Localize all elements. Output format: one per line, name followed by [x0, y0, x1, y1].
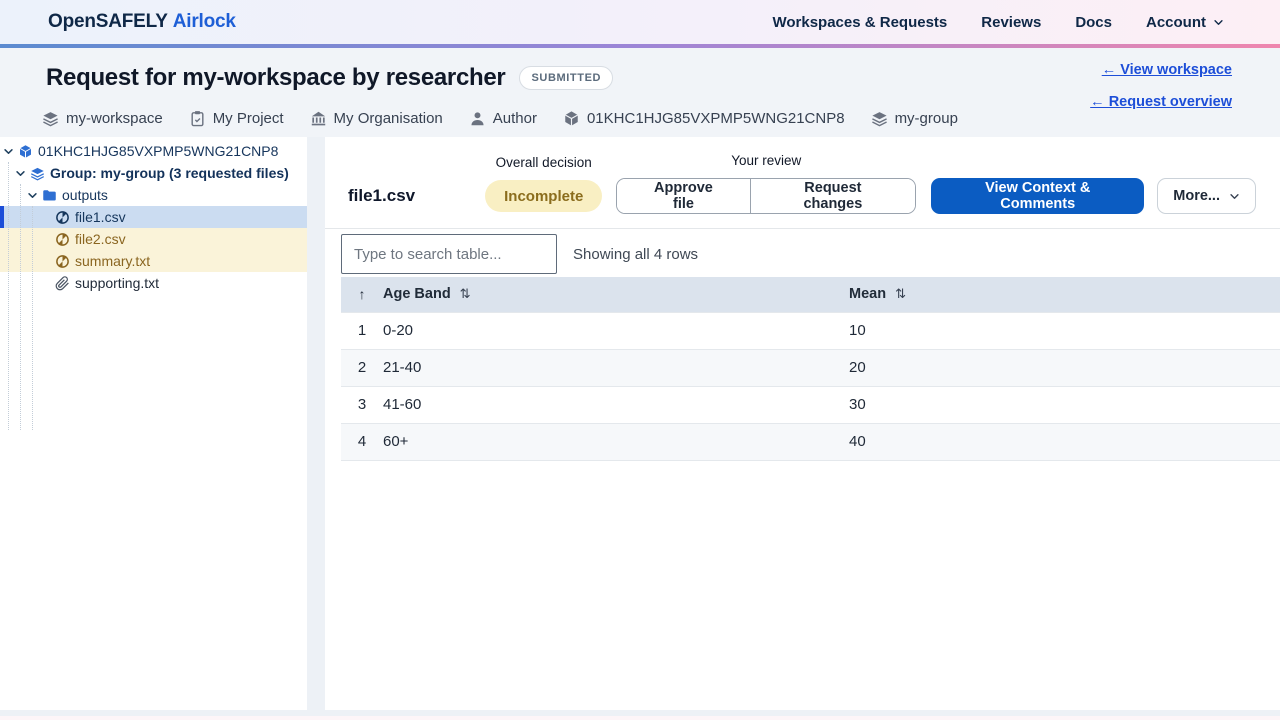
- folder-icon: [43, 189, 56, 200]
- sort-icon: ⇅: [459, 286, 471, 302]
- tree-item-request-id[interactable]: 01KHC1HJG85VXPMP5WNG21CNP8: [0, 140, 307, 162]
- meta-project: My Project: [189, 110, 284, 127]
- tree-item-supporting[interactable]: supporting.txt: [0, 272, 307, 294]
- cell-mean: 40: [849, 423, 1280, 461]
- search-input[interactable]: [341, 234, 557, 274]
- tree-item-file1[interactable]: file1.csv: [0, 206, 307, 228]
- meta-organisation: My Organisation: [310, 110, 443, 127]
- nav-docs[interactable]: Docs: [1075, 14, 1112, 31]
- tree-guide-line: [20, 184, 21, 430]
- cube-icon: [564, 111, 578, 126]
- meta-workspace: my-workspace: [42, 110, 163, 127]
- chevron-down-icon: [16, 170, 25, 176]
- csv-file-icon: [56, 254, 69, 268]
- sort-up-icon: ↑: [358, 285, 366, 302]
- more-menu-button[interactable]: More...: [1157, 178, 1256, 214]
- cell-mean: 30: [849, 386, 1280, 424]
- file-title: file1.csv: [348, 186, 416, 205]
- request-meta-row: my-workspace My Project My Organisation …: [42, 110, 958, 127]
- view-context-comments-button[interactable]: View Context & Comments: [931, 178, 1145, 214]
- table-row: 1 0-20 10: [341, 311, 1280, 350]
- tree-guide-line: [8, 162, 9, 430]
- table-header-row: ↑ Age Band ⇅ Mean ⇅: [341, 277, 1280, 312]
- brand-airlock: Airlock: [172, 11, 236, 32]
- tree-item-summary[interactable]: summary.txt: [0, 250, 307, 272]
- view-workspace-link[interactable]: ← View workspace: [1102, 62, 1232, 78]
- chevron-down-icon: [1230, 193, 1239, 199]
- nav-workspaces-requests[interactable]: Workspaces & Requests: [772, 14, 947, 31]
- tree-guide-line: [32, 206, 33, 430]
- table-search-row: Showing all 4 rows: [325, 229, 1280, 277]
- layers-icon: [30, 167, 45, 180]
- layers-icon: [43, 112, 58, 127]
- page-title: Request for my-workspace by researcher: [46, 64, 506, 91]
- footer-accent-strip: [0, 716, 1280, 720]
- nav-items: Workspaces & Requests Reviews Docs Accou…: [772, 14, 1224, 31]
- meta-author: Author: [469, 110, 537, 127]
- more-label: More...: [1173, 188, 1220, 204]
- your-review-label: Your review: [731, 153, 802, 168]
- layers-icon: [871, 112, 887, 127]
- status-badge: SUBMITTED: [519, 66, 614, 90]
- decision-badge: Incomplete: [485, 180, 603, 212]
- top-nav: OpenSAFELY Airlock Workspaces & Requests …: [0, 0, 1280, 44]
- nav-account-label: Account: [1146, 13, 1206, 31]
- request-overview-link[interactable]: ← Request overview: [1090, 94, 1232, 110]
- cell-age-band: 0-20: [383, 311, 849, 350]
- review-button-group: Approve file Request changes: [616, 178, 917, 214]
- csv-file-icon: [56, 232, 69, 246]
- row-number: 4: [341, 423, 383, 461]
- row-number: 3: [341, 386, 383, 424]
- csv-data-table: ↑ Age Band ⇅ Mean ⇅ 1 0-20 10 2 21-40 20 3…: [341, 277, 1280, 461]
- chevron-down-icon: [1214, 19, 1223, 25]
- row-number-header[interactable]: ↑: [341, 277, 383, 312]
- cube-icon: [19, 144, 32, 158]
- cell-age-band: 21-40: [383, 349, 849, 387]
- file-toolbar: file1.csv Overall decision Incomplete Yo…: [325, 137, 1280, 229]
- paperclip-icon: [55, 275, 69, 290]
- clipboard-icon: [191, 111, 204, 127]
- cell-mean: 20: [849, 349, 1280, 387]
- tree-item-file2[interactable]: file2.csv: [0, 228, 307, 250]
- nav-account-menu[interactable]: Account: [1146, 14, 1224, 31]
- row-number: 1: [341, 311, 383, 350]
- column-header-age-band[interactable]: Age Band ⇅: [383, 277, 849, 312]
- nav-reviews[interactable]: Reviews: [981, 14, 1041, 31]
- cell-mean: 10: [849, 311, 1280, 350]
- request-changes-button[interactable]: Request changes: [749, 179, 916, 213]
- overall-decision-group: Overall decision Incomplete: [485, 155, 603, 214]
- file-tree-sidebar: 01KHC1HJG85VXPMP5WNG21CNP8 Group: my-gro…: [0, 137, 307, 710]
- approve-file-button[interactable]: Approve file: [617, 179, 750, 213]
- page-header: Request for my-workspace by researcher S…: [0, 48, 1280, 137]
- building-icon: [311, 111, 325, 126]
- tree-item-group[interactable]: Group: my-group (3 requested files): [0, 162, 307, 184]
- table-row: 3 41-60 30: [341, 386, 1280, 424]
- table-row: 2 21-40 20: [341, 349, 1280, 387]
- your-review-group: Your review Approve file Request changes: [616, 153, 917, 214]
- meta-group: my-group: [871, 110, 958, 127]
- table-row: 4 60+ 40: [341, 423, 1280, 461]
- overall-decision-label: Overall decision: [495, 155, 592, 170]
- tree-item-outputs-folder[interactable]: outputs: [0, 184, 307, 206]
- sort-icon: ⇅: [895, 286, 906, 302]
- chevron-down-icon: [4, 148, 13, 154]
- brand-logo[interactable]: OpenSAFELY Airlock: [48, 11, 236, 33]
- cell-age-band: 60+: [383, 423, 849, 461]
- cell-age-band: 41-60: [383, 386, 849, 424]
- rows-status-text: Showing all 4 rows: [573, 245, 699, 263]
- row-number: 2: [341, 349, 383, 387]
- chevron-down-icon: [28, 192, 37, 198]
- user-icon: [471, 112, 484, 126]
- brand-opensafely: OpenSAFELY: [48, 11, 168, 32]
- meta-request-id: 01KHC1HJG85VXPMP5WNG21CNP8: [563, 110, 845, 127]
- file-review-panel: file1.csv Overall decision Incomplete Yo…: [325, 137, 1280, 710]
- csv-file-icon: [56, 210, 69, 224]
- column-header-mean[interactable]: Mean ⇅: [849, 277, 1280, 312]
